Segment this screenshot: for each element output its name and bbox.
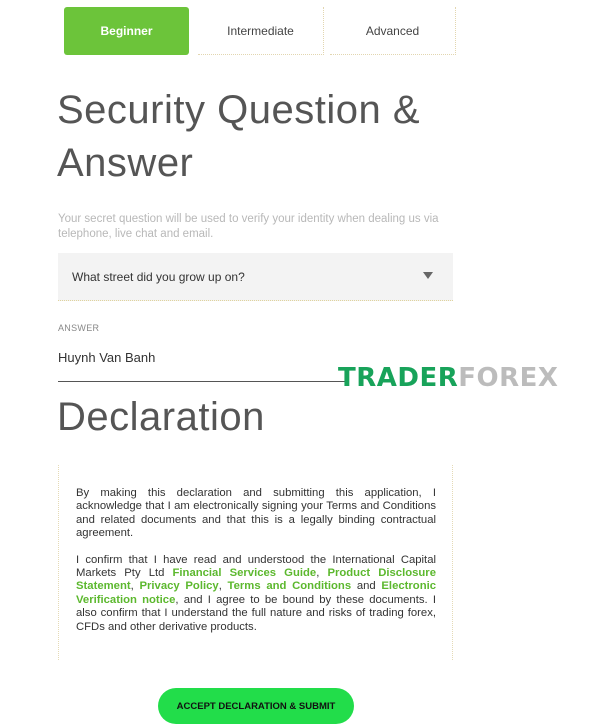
watermark-part-1: TRADER: [338, 363, 459, 393]
declaration-paragraph-1: By making this declaration and submittin…: [76, 487, 436, 540]
experience-tabs: Beginner Intermediate Advanced: [64, 7, 456, 55]
security-question-value: What street did you grow up on?: [72, 269, 245, 284]
financial-services-guide-link[interactable]: Financial Services Guide: [173, 567, 317, 579]
answer-input-underline: [58, 381, 348, 382]
privacy-policy-link[interactable]: Privacy Policy: [139, 580, 218, 592]
conjunction: and: [351, 580, 382, 593]
security-helper-text: Your secret question will be used to ver…: [58, 213, 439, 240]
watermark-logo: TRADERFOREX: [338, 363, 558, 393]
declaration-paragraph-2: I confirm that I have read and understoo…: [76, 554, 436, 634]
security-section-title: Security Question & Answer: [57, 88, 420, 185]
tab-intermediate[interactable]: Intermediate: [198, 7, 324, 55]
security-question-select[interactable]: What street did you grow up on?: [58, 253, 453, 301]
separator: ,: [316, 567, 328, 580]
answer-label: ANSWER: [58, 323, 100, 333]
tab-beginner[interactable]: Beginner: [64, 7, 189, 55]
dropdown-caret-icon: [423, 272, 433, 279]
answer-input[interactable]: Huynh Van Banh: [58, 350, 155, 365]
watermark-part-2: FOREX: [458, 363, 559, 393]
declaration-section-title: Declaration: [57, 395, 265, 439]
separator: ,: [218, 580, 228, 593]
tab-advanced[interactable]: Advanced: [330, 7, 456, 55]
accept-declaration-submit-button[interactable]: ACCEPT DECLARATION & SUBMIT: [158, 688, 354, 724]
terms-and-conditions-link[interactable]: Terms and Conditions: [228, 580, 352, 592]
declaration-text: By making this declaration and submittin…: [76, 487, 436, 634]
